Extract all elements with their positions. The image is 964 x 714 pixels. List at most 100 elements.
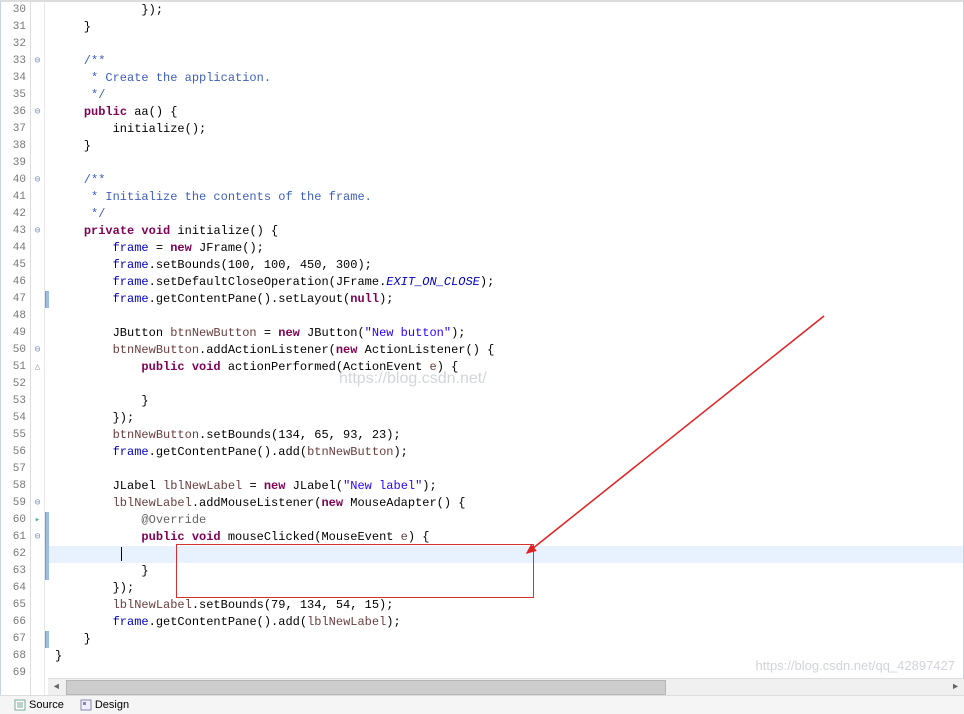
- fold-toggle: [31, 376, 44, 393]
- scrollbar-thumb[interactable]: [66, 680, 666, 695]
- code-line[interactable]: [49, 546, 963, 563]
- fold-toggle[interactable]: ⊖: [31, 342, 44, 359]
- code-line[interactable]: btnNewButton.setBounds(134, 65, 93, 23);: [49, 427, 963, 444]
- code-line[interactable]: });: [49, 410, 963, 427]
- line-number: 69: [1, 665, 26, 682]
- code-line[interactable]: frame.setDefaultCloseOperation(JFrame.EX…: [49, 274, 963, 291]
- fold-toggle[interactable]: ⊖: [31, 223, 44, 240]
- code-line[interactable]: initialize();: [49, 121, 963, 138]
- code-line[interactable]: lblNewLabel.addMouseListener(new MouseAd…: [49, 495, 963, 512]
- code-line[interactable]: });: [49, 2, 963, 19]
- fold-toggle: [31, 393, 44, 410]
- fold-toggle: [31, 240, 44, 257]
- code-line[interactable]: frame.getContentPane().add(lblNewLabel);: [49, 614, 963, 631]
- line-number: 44: [1, 240, 26, 257]
- code-line[interactable]: JLabel lblNewLabel = new JLabel("New lab…: [49, 478, 963, 495]
- line-number: 65: [1, 597, 26, 614]
- code-line[interactable]: }: [49, 393, 963, 410]
- code-line[interactable]: /**: [49, 172, 963, 189]
- code-line[interactable]: public void actionPerformed(ActionEvent …: [49, 359, 963, 376]
- fold-toggle[interactable]: ⊖: [31, 172, 44, 189]
- code-line[interactable]: */: [49, 87, 963, 104]
- fold-toggle: [31, 257, 44, 274]
- horizontal-scrollbar[interactable]: ◄ ►: [48, 678, 964, 695]
- code-area[interactable]: }); } /** * Create the application. */ p…: [49, 2, 963, 695]
- fold-toggle[interactable]: ⊖: [31, 104, 44, 121]
- fold-toggle: [31, 631, 44, 648]
- fold-toggle: [31, 444, 44, 461]
- scroll-left-button[interactable]: ◄: [48, 679, 65, 696]
- fold-toggle: [31, 461, 44, 478]
- code-line[interactable]: }: [49, 563, 963, 580]
- code-line[interactable]: public void mouseClicked(MouseEvent e) {: [49, 529, 963, 546]
- fold-toggle: [31, 138, 44, 155]
- line-number: 55: [1, 427, 26, 444]
- fold-toggle: [31, 665, 44, 682]
- fold-toggle: [31, 189, 44, 206]
- fold-toggle: [31, 325, 44, 342]
- code-line[interactable]: frame.getContentPane().setLayout(null);: [49, 291, 963, 308]
- code-line[interactable]: frame = new JFrame();: [49, 240, 963, 257]
- line-number: 33: [1, 53, 26, 70]
- code-line[interactable]: [49, 461, 963, 478]
- code-line[interactable]: [49, 308, 963, 325]
- code-line[interactable]: [49, 36, 963, 53]
- fold-toggle: [31, 36, 44, 53]
- code-line[interactable]: });: [49, 580, 963, 597]
- code-line[interactable]: }: [49, 138, 963, 155]
- code-line[interactable]: @Override: [49, 512, 963, 529]
- line-number: 32: [1, 36, 26, 53]
- line-number: 51: [1, 359, 26, 376]
- line-number: 56: [1, 444, 26, 461]
- code-line[interactable]: * Initialize the contents of the frame.: [49, 189, 963, 206]
- fold-toggle: [31, 427, 44, 444]
- fold-toggle: [31, 291, 44, 308]
- editor-tabs: Source Design: [0, 695, 964, 714]
- line-number: 58: [1, 478, 26, 495]
- code-editor[interactable]: 3031323334353637383940414243444546474849…: [0, 0, 964, 695]
- line-number: 67: [1, 631, 26, 648]
- code-line[interactable]: /**: [49, 53, 963, 70]
- line-number: 66: [1, 614, 26, 631]
- line-number: 54: [1, 410, 26, 427]
- fold-toggle: [31, 2, 44, 19]
- code-line[interactable]: frame.getContentPane().add(btnNewButton)…: [49, 444, 963, 461]
- tab-source[interactable]: Source: [6, 698, 72, 712]
- line-number: 37: [1, 121, 26, 138]
- line-number: 57: [1, 461, 26, 478]
- code-line[interactable]: lblNewLabel.setBounds(79, 134, 54, 15);: [49, 597, 963, 614]
- code-lines[interactable]: }); } /** * Create the application. */ p…: [49, 2, 963, 682]
- code-line[interactable]: frame.setBounds(100, 100, 450, 300);: [49, 257, 963, 274]
- fold-toggle[interactable]: ⊖: [31, 529, 44, 546]
- code-line[interactable]: [49, 155, 963, 172]
- scroll-right-button[interactable]: ►: [947, 679, 964, 696]
- fold-toggle: [31, 155, 44, 172]
- line-number: 30: [1, 2, 26, 19]
- fold-toggle[interactable]: ⊖: [31, 495, 44, 512]
- tab-design[interactable]: Design: [72, 698, 137, 712]
- code-line[interactable]: [49, 376, 963, 393]
- code-line[interactable]: private void initialize() {: [49, 223, 963, 240]
- code-line[interactable]: JButton btnNewButton = new JButton("New …: [49, 325, 963, 342]
- line-number: 39: [1, 155, 26, 172]
- line-number: 46: [1, 274, 26, 291]
- code-line[interactable]: }: [49, 19, 963, 36]
- code-line[interactable]: * Create the application.: [49, 70, 963, 87]
- fold-toggle: [31, 274, 44, 291]
- fold-toggle[interactable]: ⊖: [31, 53, 44, 70]
- line-number: 45: [1, 257, 26, 274]
- fold-toggle: [31, 614, 44, 631]
- fold-column[interactable]: ⊖⊖⊖⊖⊖△⊖▸⊖: [31, 2, 45, 695]
- code-line[interactable]: */: [49, 206, 963, 223]
- line-number: 35: [1, 87, 26, 104]
- line-number: 38: [1, 138, 26, 155]
- code-line[interactable]: btnNewButton.addActionListener(new Actio…: [49, 342, 963, 359]
- fold-toggle: [31, 70, 44, 87]
- fold-toggle: [31, 580, 44, 597]
- line-number: 40: [1, 172, 26, 189]
- code-line[interactable]: public aa() {: [49, 104, 963, 121]
- code-line[interactable]: }: [49, 648, 963, 665]
- code-line[interactable]: }: [49, 631, 963, 648]
- fold-toggle: [31, 308, 44, 325]
- fold-toggle[interactable]: △: [31, 359, 44, 376]
